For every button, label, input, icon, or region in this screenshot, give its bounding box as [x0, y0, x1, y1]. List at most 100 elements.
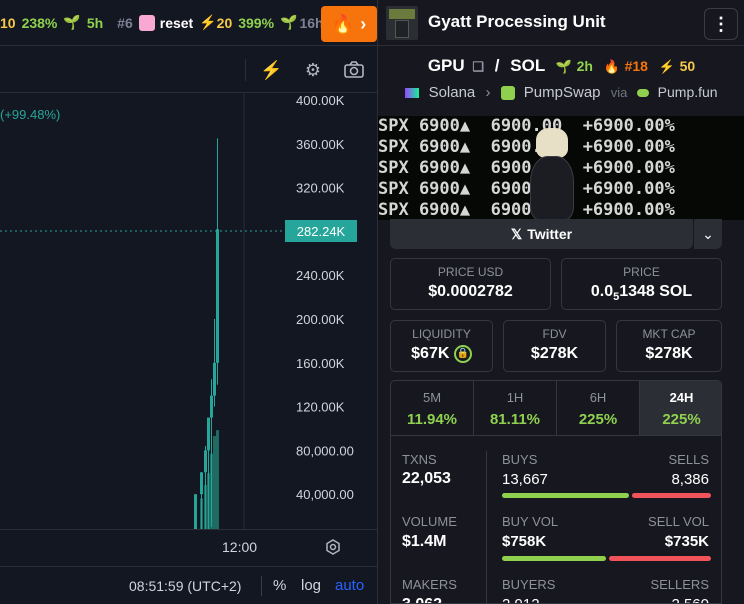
- candle-body: [213, 362, 216, 396]
- pair-slash: /: [494, 56, 500, 75]
- bolt-icon: ⚡: [199, 14, 217, 30]
- price-sol-label: PRICE: [623, 265, 660, 279]
- fire-icon: 🔥: [331, 13, 355, 34]
- price-usd-value: $0.0002782: [428, 283, 513, 300]
- y-axis-tick-label: 120.00K: [296, 400, 345, 415]
- ticker-item2-change: 399%: [238, 14, 275, 31]
- liquidity-row: $67K 🔒: [391, 345, 492, 363]
- candle-body: [216, 229, 219, 363]
- dex-name[interactable]: PumpSwap: [524, 84, 601, 101]
- time-axis: 12:00: [0, 529, 377, 565]
- buys-bar: [502, 493, 629, 498]
- chain-name[interactable]: Solana: [429, 84, 476, 101]
- price-sol-card: PRICE 0.051348 SOL: [561, 258, 722, 310]
- avatar-mark: [389, 9, 415, 19]
- liquidity-label: LIQUIDITY: [412, 327, 471, 341]
- gear-icon[interactable]: ⚙: [302, 59, 324, 81]
- sellers-value: 2,560: [671, 596, 709, 603]
- price-usd-card: PRICE USD $0.0002782: [390, 258, 551, 310]
- token-symbol: GPU: [427, 56, 465, 75]
- token-age: 2h: [576, 58, 593, 74]
- launchpad-name[interactable]: Pump.fun: [658, 84, 718, 100]
- fdv-card: FDV $278K: [503, 320, 606, 372]
- timeframe-label: 1H: [506, 390, 524, 405]
- mktcap-card: MKT CAP $278K: [616, 320, 722, 372]
- ticker-item2-rank: #6: [117, 14, 133, 31]
- y-axis-tick-label: 40,000.00: [296, 487, 354, 502]
- y-axis-tick-label: 400.00K: [296, 94, 345, 108]
- timeframe-tab-6h[interactable]: 6H 225%: [557, 381, 640, 436]
- trending-expand-button[interactable]: 🔥 ›: [321, 6, 377, 42]
- fdv-value: $278K: [530, 345, 579, 362]
- token-banner-image: SPX 6900▲ 6900.00 +6900.00% SPX 6900▲ 69…: [378, 116, 744, 220]
- quote-symbol: SOL: [510, 56, 545, 75]
- last-price-tag-label: 282.24K: [297, 224, 346, 239]
- alert-icon[interactable]: ⚡: [260, 59, 282, 81]
- sells-bar: [632, 493, 711, 498]
- sprout-icon: 🌱: [63, 14, 81, 30]
- liquidity-value: $67K: [411, 345, 450, 363]
- buys-label: BUYS: [502, 452, 538, 467]
- ticker-item2-age: 16h: [299, 14, 324, 31]
- y-axis-tick-label: 160.00K: [296, 356, 345, 371]
- toolbar-divider: [245, 59, 246, 81]
- token-logo-icon: [138, 14, 155, 31]
- sprout-icon: 🌱: [280, 14, 298, 30]
- sell-vol-bar: [609, 556, 711, 561]
- price-sol-suffix: 1348 SOL: [619, 283, 693, 300]
- twitter-button[interactable]: 𝕏 Twitter: [390, 219, 693, 249]
- clock-readout: 08:51:59 (UTC+2): [129, 578, 242, 594]
- bolt-icon: ⚡: [658, 59, 675, 74]
- log-toggle[interactable]: log: [301, 577, 321, 594]
- character-body: [530, 156, 574, 220]
- chain-row: Solana › PumpSwap via Pump.fun: [378, 84, 744, 101]
- timeframe-change: 81.11%: [489, 411, 541, 428]
- percent-toggle[interactable]: %: [273, 577, 286, 594]
- timeframe-change: 225%: [662, 411, 701, 428]
- timeframe-tab-24h[interactable]: 24H 225%: [640, 381, 721, 436]
- volume-value: $1.4M: [402, 533, 447, 550]
- auto-toggle[interactable]: auto: [335, 577, 364, 594]
- price-change-label: (+99.48%): [0, 107, 61, 122]
- sellers-label: SELLERS: [650, 577, 709, 592]
- y-axis-tick-label: 200.00K: [296, 312, 345, 327]
- app-root: 10 238% 🌱 5h #6 reset ⚡ 20 399% 🌱 16h 🔥 …: [0, 0, 744, 604]
- banner-character: [526, 128, 578, 220]
- buy-vol-value: $758K: [502, 533, 547, 550]
- axis-settings-icon[interactable]: [324, 538, 342, 556]
- makers-label: MAKERS: [402, 577, 457, 592]
- price-sol-prefix: 0.0: [590, 283, 614, 300]
- volume-bar: [216, 430, 219, 529]
- ticker-item1-rank: 10: [0, 14, 16, 31]
- trending-rank: #18: [624, 58, 648, 74]
- copy-icon[interactable]: ❏: [472, 59, 484, 74]
- txns-label: TXNS: [402, 452, 437, 467]
- timeframe-label: 6H: [589, 390, 607, 405]
- ticker-item1-change: 238%: [21, 14, 58, 31]
- ticker-item1-age: 5h: [86, 14, 104, 31]
- via-label: via: [610, 85, 628, 100]
- solana-icon: [405, 88, 420, 99]
- timeframe-label: 24H: [669, 390, 694, 405]
- timeframe-tab-5m[interactable]: 5M 11.94%: [391, 381, 474, 436]
- timeframe-tab-1h[interactable]: 1H 81.11%: [474, 381, 557, 436]
- price-chart[interactable]: 400.00K360.00K320.00K280.00K240.00K200.0…: [0, 94, 377, 529]
- camera-icon[interactable]: [343, 59, 365, 81]
- ticker-item2-name[interactable]: reset: [160, 15, 193, 31]
- volume-bar: [213, 436, 216, 529]
- chevron-down-icon: ⌄: [702, 226, 714, 242]
- makers-value: 3,062: [402, 596, 442, 603]
- chart-canvas: 400.00K360.00K320.00K280.00K240.00K200.0…: [0, 94, 357, 529]
- stats-divider: [486, 451, 487, 603]
- sprout-icon: 🌱: [555, 59, 572, 74]
- token-name: Gyatt Processing Unit: [428, 12, 606, 31]
- candle-body: [210, 395, 213, 418]
- more-menu-button[interactable]: ⋮: [704, 8, 738, 40]
- lock-icon[interactable]: 🔒: [453, 345, 472, 363]
- socials-dropdown-button[interactable]: ⌄: [694, 219, 722, 249]
- candle-body: [207, 417, 210, 451]
- price-usd-label: PRICE USD: [437, 265, 504, 279]
- timeframe-label: 5M: [422, 390, 442, 405]
- time-axis-tick: 12:00: [222, 539, 258, 555]
- ticker-item2-boosts: 20: [216, 14, 233, 31]
